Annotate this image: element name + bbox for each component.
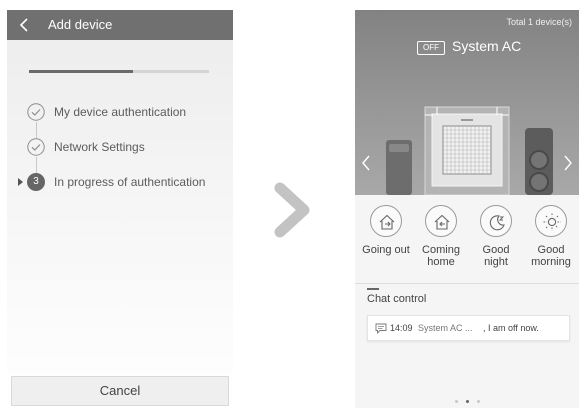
chat-bubble-icon: [375, 323, 387, 334]
page-title: Add device: [48, 17, 113, 32]
mode-coming-home[interactable]: Coming home: [414, 205, 468, 275]
device-name: System AC: [452, 38, 522, 54]
chat-message-card[interactable]: 14:09 System AC ... , I am off now.: [367, 315, 570, 341]
chat-device-name: System AC ...: [418, 323, 473, 333]
house-in-icon: [425, 205, 457, 237]
app-header: Add device: [7, 10, 233, 40]
step-label: In progress of authentication: [54, 175, 206, 189]
section-marker: [367, 288, 379, 290]
cancel-button[interactable]: Cancel: [11, 376, 229, 406]
page-dot[interactable]: [476, 400, 480, 403]
previous-device-arrow-icon[interactable]: [361, 155, 371, 171]
mode-label: Good morning: [531, 244, 571, 268]
progress-bar: [29, 70, 209, 73]
device-home-screen: Total 1 device(s) OFF System AC Going ou…: [355, 10, 579, 408]
step-number-badge: 3: [27, 173, 45, 191]
chevron-right-icon: [274, 182, 310, 238]
mode-good-morning[interactable]: Good morning: [524, 205, 578, 275]
chat-section-title: Chat control: [367, 293, 427, 305]
page-dot[interactable]: [465, 400, 469, 403]
step-item: Network Settings: [7, 137, 233, 157]
add-device-screen: Add device My device authentication Netw…: [7, 10, 233, 408]
step-label: My device authentication: [54, 105, 187, 119]
check-circle-icon: [27, 103, 45, 121]
page-dot[interactable]: [454, 400, 458, 403]
check-circle-icon: [27, 138, 45, 156]
moon-sleep-icon: [480, 205, 512, 237]
section-divider: [355, 283, 579, 284]
step-item: My device authentication: [7, 102, 233, 122]
power-status-badge[interactable]: OFF: [417, 41, 445, 55]
mode-good-night[interactable]: Good night: [469, 205, 523, 275]
quick-mode-row: Going out Coming home Good night Good mo…: [355, 205, 579, 275]
device-count: Total 1 device(s): [506, 17, 572, 27]
sun-icon: [535, 205, 567, 237]
chat-message-text: , I am off now.: [483, 323, 539, 333]
chat-time: 14:09: [390, 323, 413, 333]
mode-label: Coming home: [422, 244, 460, 268]
device-panel: Total 1 device(s) OFF System AC: [355, 10, 579, 195]
step-item-current: 3 In progress of authentication: [7, 172, 233, 192]
page-indicator: [355, 400, 579, 406]
next-device-arrow-icon[interactable]: [563, 155, 573, 171]
step-label: Network Settings: [54, 140, 145, 154]
progress-fill: [29, 70, 134, 73]
device-illustration: [386, 106, 553, 195]
house-out-icon: [370, 205, 402, 237]
back-arrow-icon[interactable]: [16, 16, 32, 34]
current-step-arrow-icon: [18, 178, 23, 186]
mode-label: Good night: [482, 244, 510, 268]
mode-going-out[interactable]: Going out: [359, 205, 413, 275]
mode-label: Going out: [362, 244, 410, 256]
